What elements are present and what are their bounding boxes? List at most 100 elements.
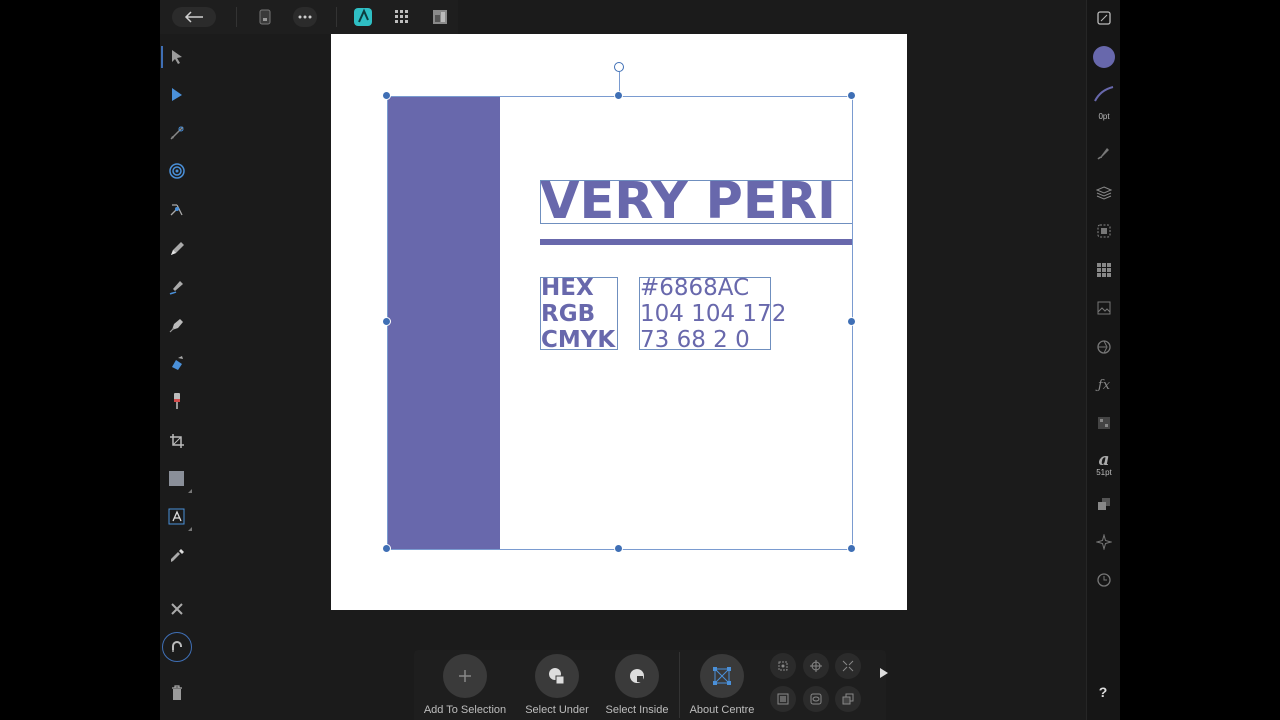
transform-tool[interactable] bbox=[165, 197, 189, 221]
crop-icon bbox=[170, 434, 184, 448]
image-icon bbox=[1097, 301, 1111, 315]
handle-right[interactable] bbox=[847, 317, 856, 326]
clock-icon bbox=[1097, 573, 1111, 587]
appearance-button[interactable] bbox=[1092, 335, 1116, 359]
artistic-text-tool[interactable] bbox=[165, 505, 192, 531]
document-button[interactable] bbox=[256, 8, 274, 26]
active-tool-indicator bbox=[161, 46, 163, 68]
labels-text-frame[interactable]: HEX RGB CMYK bbox=[540, 275, 618, 353]
handle-top-left[interactable] bbox=[382, 91, 391, 100]
flyout-indicator-icon bbox=[188, 489, 192, 493]
brushes-button[interactable] bbox=[1092, 141, 1116, 165]
handle-left[interactable] bbox=[382, 317, 391, 326]
more-context-button[interactable] bbox=[877, 665, 891, 681]
stroke-width-label: 0pt bbox=[1098, 112, 1110, 121]
underline-shape[interactable] bbox=[540, 239, 852, 245]
delete-button[interactable] bbox=[165, 681, 189, 705]
select-inside-button[interactable]: Select Inside bbox=[592, 654, 682, 716]
effects-button[interactable]: ƒx bbox=[1092, 373, 1116, 397]
values-text-frame[interactable]: #6868AC 104 104 172 73 68 2 0 bbox=[639, 275, 786, 353]
move-tool-icon bbox=[172, 50, 182, 64]
select-inside-icon bbox=[630, 669, 644, 683]
about-centre-circle bbox=[700, 654, 744, 698]
handle-bottom[interactable] bbox=[614, 544, 623, 553]
document-canvas[interactable]: VERY PERI HEX RGB CMYK #6868AC 104 104 1… bbox=[331, 34, 907, 610]
corner-tool-icon bbox=[170, 126, 184, 140]
artistic-text-icon bbox=[168, 508, 185, 525]
stroke-button[interactable] bbox=[1092, 82, 1116, 106]
back-button[interactable] bbox=[172, 7, 216, 27]
more-button[interactable] bbox=[293, 7, 317, 27]
centre-button[interactable] bbox=[803, 653, 829, 679]
layers-icon bbox=[1096, 186, 1112, 200]
title-text-frame[interactable]: VERY PERI bbox=[540, 180, 853, 224]
swatches-icon bbox=[1097, 263, 1111, 277]
view-button[interactable] bbox=[803, 686, 829, 712]
handle-top[interactable] bbox=[614, 91, 623, 100]
add-to-selection-button[interactable]: Add To Selection bbox=[420, 654, 510, 716]
snapping-icon bbox=[172, 641, 182, 652]
distribute-button[interactable] bbox=[835, 653, 861, 679]
history-button[interactable] bbox=[1092, 568, 1116, 592]
select-under-icon bbox=[549, 668, 565, 685]
rotation-handle[interactable] bbox=[614, 62, 624, 72]
swatches-button[interactable] bbox=[1092, 258, 1116, 282]
export-persona-button[interactable] bbox=[431, 8, 449, 26]
distribute-icon bbox=[842, 660, 854, 672]
transparency-tool[interactable] bbox=[165, 389, 189, 413]
toolbar-divider bbox=[336, 7, 337, 27]
snapping-panel-button[interactable] bbox=[1092, 530, 1116, 554]
tools-panel bbox=[160, 38, 194, 720]
handle-bottom-right[interactable] bbox=[847, 544, 856, 553]
fill-color-swatch[interactable] bbox=[1092, 45, 1116, 69]
crop-tool[interactable] bbox=[165, 429, 189, 453]
rectangle-tool[interactable] bbox=[165, 467, 192, 493]
about-centre-icon bbox=[713, 667, 731, 685]
vector-brush-icon bbox=[169, 281, 183, 295]
navigator-button[interactable] bbox=[1092, 6, 1116, 30]
plus-icon bbox=[459, 670, 471, 682]
arrange-icon bbox=[1098, 498, 1110, 510]
layers-button[interactable] bbox=[1092, 181, 1116, 205]
duplicate-button[interactable] bbox=[835, 686, 861, 712]
transform-panel-button[interactable] bbox=[1092, 411, 1116, 435]
pixel-persona-button[interactable] bbox=[393, 8, 411, 26]
eye-icon bbox=[810, 693, 822, 705]
corner-tool[interactable] bbox=[165, 121, 189, 145]
move-tool[interactable] bbox=[165, 45, 189, 69]
handle-top-right[interactable] bbox=[847, 91, 856, 100]
designer-persona-icon bbox=[354, 8, 372, 26]
constraints-button[interactable] bbox=[1092, 219, 1116, 243]
navigator-icon bbox=[1097, 11, 1111, 25]
purple-bar-shape[interactable] bbox=[387, 96, 500, 549]
assets-button[interactable] bbox=[1092, 296, 1116, 320]
value-rgb: 104 104 172 bbox=[640, 301, 787, 327]
pen-icon bbox=[169, 319, 183, 333]
toolbar-divider bbox=[236, 7, 237, 27]
align-selection-button[interactable] bbox=[770, 653, 796, 679]
fill-tool[interactable] bbox=[165, 351, 189, 375]
constraints-icon bbox=[1097, 224, 1111, 238]
fill-icon bbox=[172, 356, 183, 370]
back-arrow-icon bbox=[184, 11, 203, 23]
close-button[interactable] bbox=[165, 597, 189, 621]
pen-tool[interactable] bbox=[165, 313, 189, 337]
pencil-tool[interactable] bbox=[165, 237, 189, 261]
select-under-button[interactable]: Select Under bbox=[512, 654, 602, 716]
trash-icon bbox=[172, 685, 182, 700]
color-picker-tool[interactable] bbox=[165, 544, 189, 568]
about-centre-button[interactable]: About Centre bbox=[677, 654, 767, 716]
label-cmyk: CMYK bbox=[541, 327, 616, 353]
target-tool[interactable] bbox=[165, 159, 189, 183]
arrange-button[interactable] bbox=[1092, 492, 1116, 516]
designer-persona-button[interactable] bbox=[354, 8, 372, 26]
help-button[interactable]: ? bbox=[1094, 684, 1112, 704]
top-toolbar bbox=[160, 0, 458, 34]
label-rgb: RGB bbox=[541, 301, 596, 327]
node-tool[interactable] bbox=[165, 83, 189, 107]
frame-button[interactable] bbox=[770, 686, 796, 712]
vector-brush-tool[interactable] bbox=[165, 275, 189, 299]
handle-bottom-left[interactable] bbox=[382, 544, 391, 553]
duplicate-icon bbox=[842, 693, 854, 705]
snapping-button[interactable] bbox=[162, 632, 192, 662]
